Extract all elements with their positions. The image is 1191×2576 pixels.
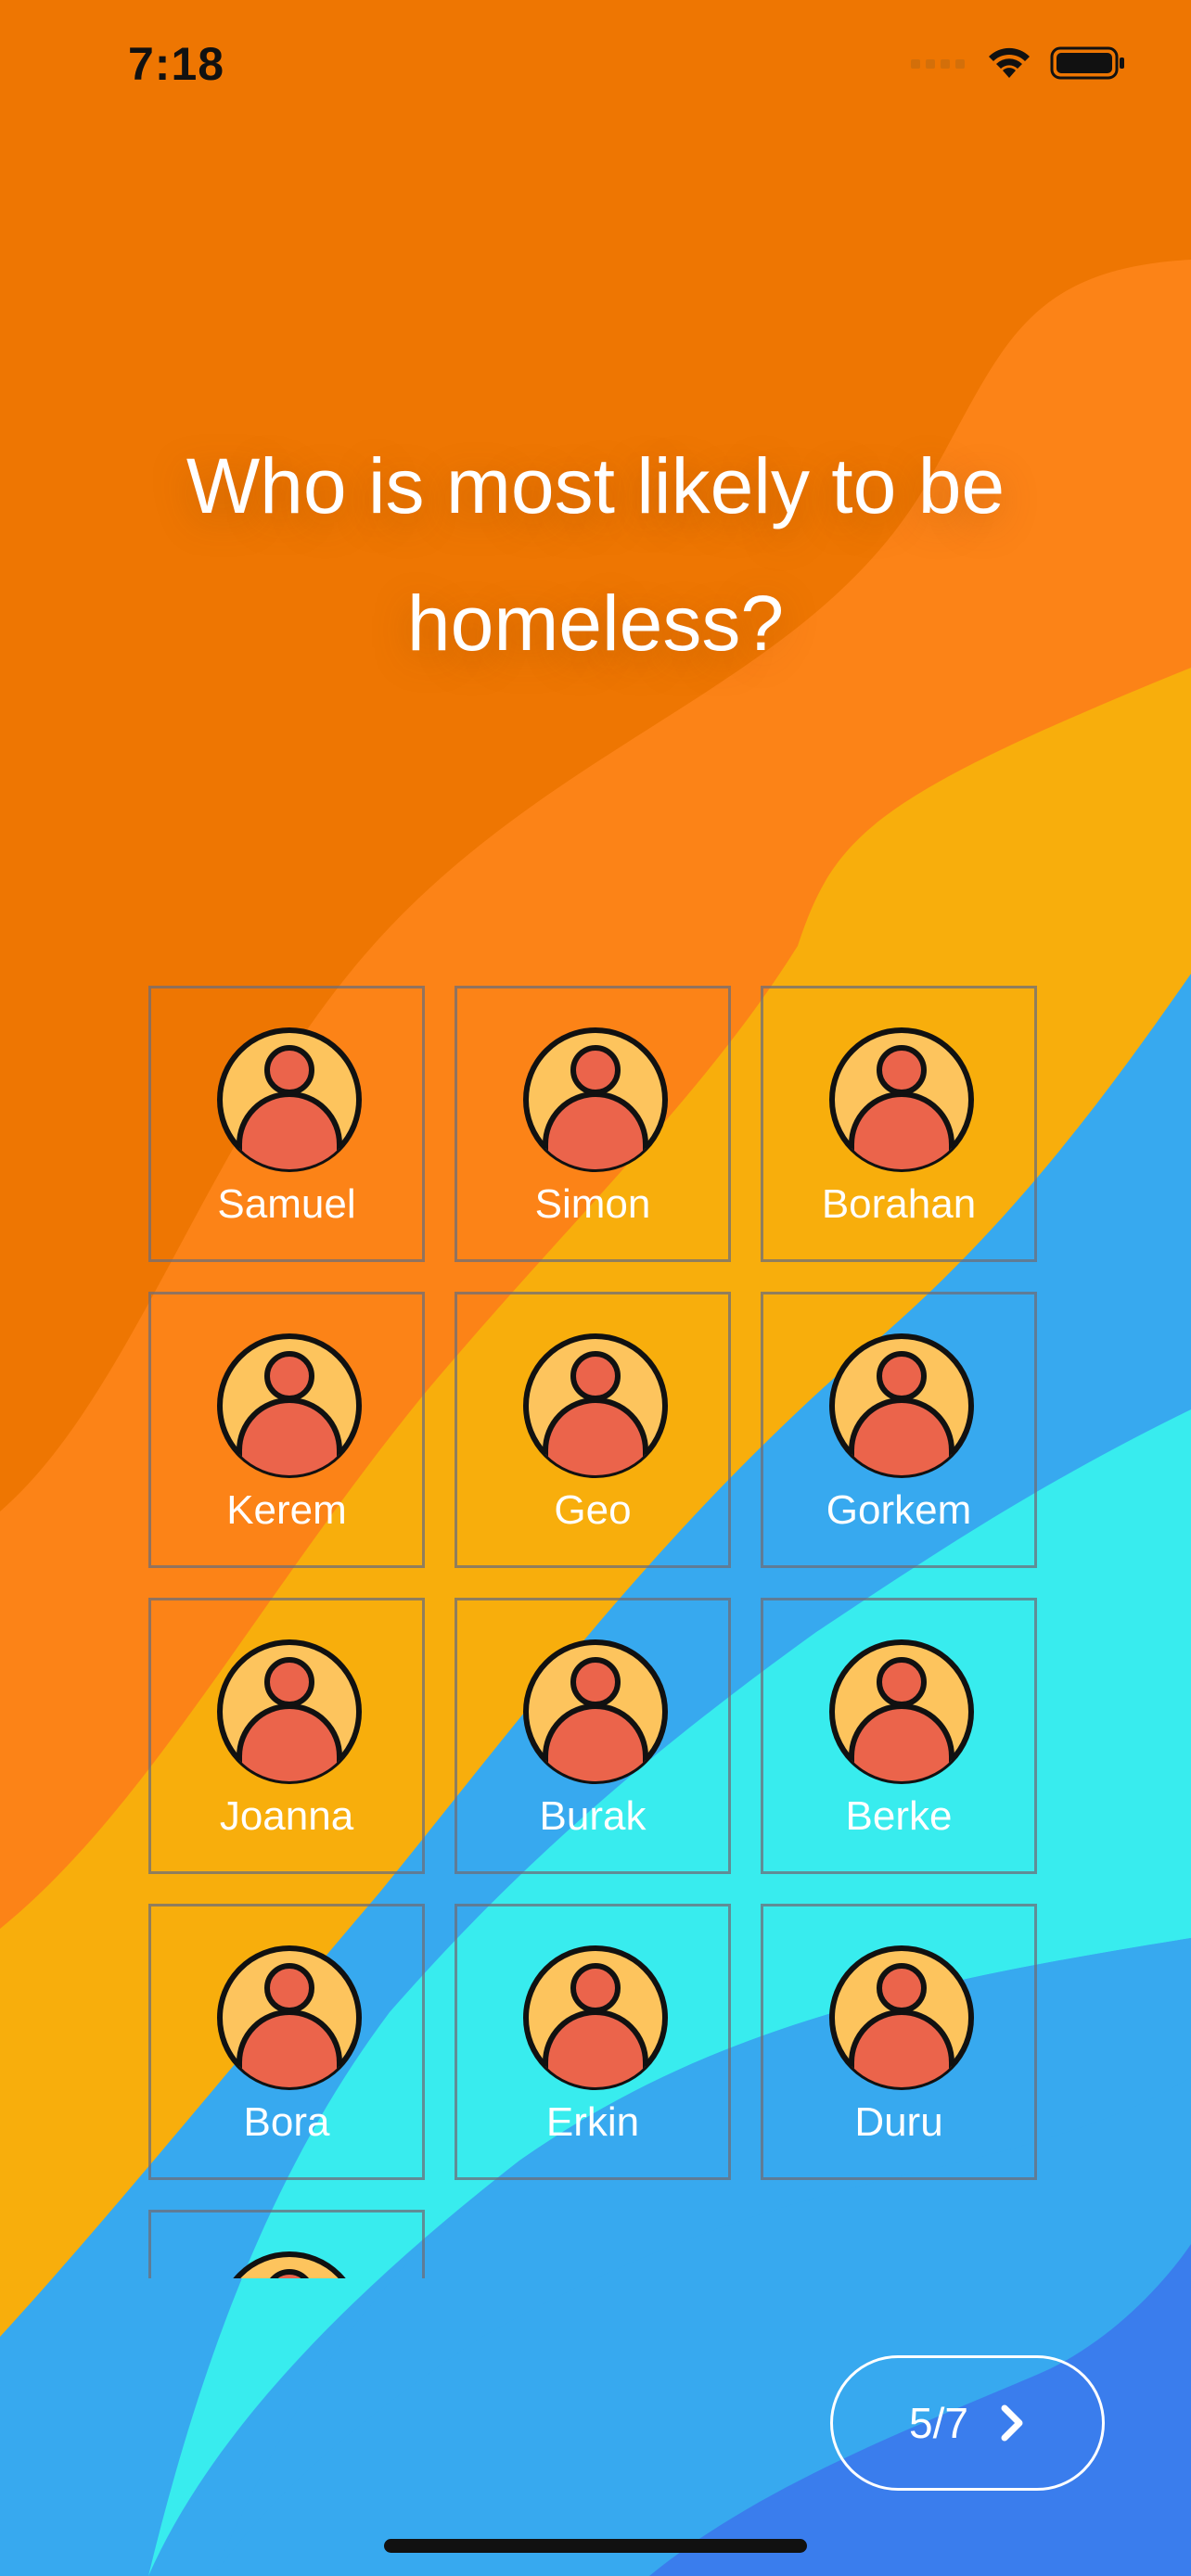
user-avatar-icon <box>217 1333 362 1478</box>
player-name: Kerem <box>226 1487 347 1533</box>
cellular-signal-icon <box>911 59 965 69</box>
player-card[interactable]: Simon <box>455 986 731 1262</box>
user-avatar-icon <box>523 1333 668 1478</box>
player-name: Erkin <box>545 2099 640 2145</box>
user-avatar-icon <box>233 2251 346 2278</box>
player-card[interactable]: Joanna <box>148 1598 425 1874</box>
player-card[interactable]: Burak <box>455 1598 731 1874</box>
question-text: Who is most likely to be homeless? <box>186 442 1005 667</box>
player-card[interactable]: Samuel <box>148 986 425 1262</box>
player-name: Simon <box>534 1181 651 1227</box>
status-time: 7:18 <box>128 38 225 90</box>
home-indicator <box>384 2539 807 2553</box>
user-avatar-icon <box>217 1945 362 2090</box>
player-grid[interactable]: Samuel Simon Borahan Kerem Geo Gorkem Joanna Bu… <box>148 986 1044 2278</box>
user-avatar-icon <box>523 1639 668 1784</box>
next-question-button[interactable]: 5/7 <box>830 2355 1105 2491</box>
player-name: Gorkem <box>826 1487 972 1533</box>
status-bar: 7:18 <box>0 0 1191 130</box>
player-name: Burak <box>539 1793 647 1839</box>
user-avatar-icon <box>829 1945 974 2090</box>
user-avatar-icon <box>523 1027 668 1172</box>
player-name: Joanna <box>219 1793 354 1839</box>
user-avatar-icon <box>829 1333 974 1478</box>
user-avatar-icon <box>829 1639 974 1784</box>
player-name: Geo <box>554 1487 632 1533</box>
player-card[interactable] <box>148 2210 425 2278</box>
user-avatar-icon <box>217 1639 362 1784</box>
player-card[interactable]: Duru <box>761 1904 1037 2180</box>
player-name: Borahan <box>821 1181 977 1227</box>
player-name: Samuel <box>217 1181 356 1227</box>
progress-label: 5/7 <box>909 2399 968 2447</box>
player-name: Bora <box>243 2099 330 2145</box>
user-avatar-icon <box>217 1027 362 1172</box>
battery-icon <box>1050 46 1124 80</box>
chevron-right-icon <box>1001 2404 1023 2442</box>
player-name: Duru <box>854 2099 943 2145</box>
player-card[interactable]: Borahan <box>761 986 1037 1262</box>
player-card[interactable]: Gorkem <box>761 1292 1037 1568</box>
user-avatar-icon <box>829 1027 974 1172</box>
player-card[interactable]: Bora <box>148 1904 425 2180</box>
wifi-icon <box>989 47 1030 78</box>
status-icons <box>911 45 1126 82</box>
player-name: Berke <box>845 1793 953 1839</box>
user-avatar-icon <box>523 1945 668 2090</box>
player-card[interactable]: Kerem <box>148 1292 425 1568</box>
player-card[interactable]: Berke <box>761 1598 1037 1874</box>
player-card[interactable]: Erkin <box>455 1904 731 2180</box>
player-card[interactable]: Geo <box>455 1292 731 1568</box>
